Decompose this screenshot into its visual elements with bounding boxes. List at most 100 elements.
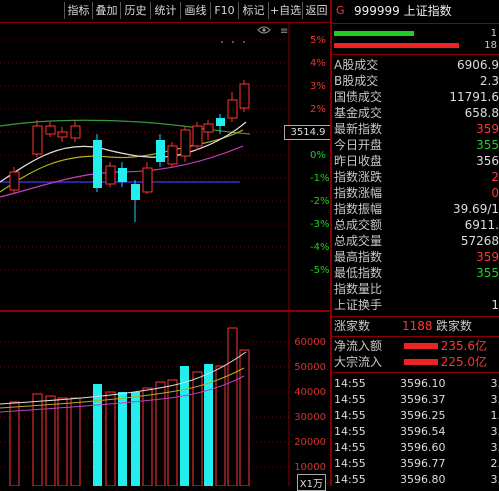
volume-chart[interactable] bbox=[0, 312, 290, 486]
stat-label: 总成交量 bbox=[334, 234, 382, 249]
pct-label: 5% bbox=[310, 35, 326, 46]
panel-divider bbox=[332, 372, 499, 373]
pct-label: 4% bbox=[310, 58, 326, 69]
stat-value: 57268 bbox=[461, 234, 499, 249]
volume-axis-label: 50000 bbox=[294, 362, 326, 373]
stat-label: 最低指数 bbox=[334, 266, 382, 281]
panel-divider bbox=[332, 316, 499, 317]
volume-bar bbox=[228, 328, 237, 486]
toolbar-add-watchlist-button[interactable]: +自选 bbox=[268, 2, 302, 19]
toolbar-indicator-button[interactable]: 指标 bbox=[64, 2, 92, 19]
stat-row: 最高指数 359 bbox=[334, 250, 499, 265]
pct-label: -3% bbox=[310, 219, 329, 230]
current-price-tag: 3514.9 bbox=[284, 125, 332, 140]
stat-value: 2.3 bbox=[480, 74, 499, 89]
tick-row: 14:553596.803. bbox=[334, 472, 499, 487]
decline-label: 跌家数 bbox=[436, 319, 472, 334]
pct-label: -4% bbox=[310, 242, 329, 253]
tick-price: 3596.25 bbox=[400, 408, 446, 423]
pct-label: -2% bbox=[310, 196, 329, 207]
candle bbox=[216, 118, 225, 126]
tick-volume: 1. bbox=[491, 408, 499, 423]
stat-value: 359 bbox=[476, 250, 499, 265]
bar-value-bottom: 18 bbox=[484, 40, 497, 51]
bar-value-top: 1 bbox=[491, 28, 497, 39]
volume-axis-label: 20000 bbox=[294, 437, 326, 448]
tick-price: 3596.80 bbox=[400, 472, 446, 487]
net-inflow-row: 净流入额 235.6亿 bbox=[334, 339, 499, 354]
eye-icon[interactable] bbox=[258, 27, 270, 33]
candle bbox=[204, 124, 213, 132]
tick-volume: 3. bbox=[491, 424, 499, 439]
candle bbox=[33, 126, 42, 154]
volume-bar bbox=[10, 402, 19, 486]
tick-volume: 3. bbox=[491, 440, 499, 455]
net-inflow-label: 净流入额 bbox=[334, 339, 382, 354]
tick-price: 3596.37 bbox=[400, 392, 446, 407]
panel-divider bbox=[332, 336, 499, 337]
down-ratio-bar bbox=[334, 31, 414, 36]
stat-row: 基金成交658.8 bbox=[334, 106, 499, 121]
stat-row: 最新指数359 bbox=[334, 122, 499, 137]
volume-bar bbox=[240, 350, 249, 486]
tick-row: 14:553596.543. bbox=[334, 424, 499, 439]
menu-icon[interactable]: ≡ bbox=[280, 26, 288, 37]
tick-row: 14:55 3596.37 3. bbox=[334, 392, 499, 407]
tick-time: 14:55 bbox=[334, 408, 366, 423]
stat-label: 指数量比 bbox=[334, 282, 382, 297]
candle bbox=[106, 166, 115, 184]
candle bbox=[58, 132, 67, 137]
tick-volume: 3. bbox=[491, 392, 499, 407]
net-inflow-bar bbox=[404, 343, 438, 349]
stat-label: 最高指数 bbox=[334, 250, 382, 265]
panel-divider bbox=[332, 23, 499, 24]
volume-unit-label: X1万 bbox=[297, 474, 326, 491]
stat-value: 355 bbox=[476, 266, 499, 281]
tick-price: 3596.77 bbox=[400, 456, 446, 471]
toolbar-draw-button[interactable]: 画线 bbox=[180, 2, 210, 19]
pct-label: -5% bbox=[310, 265, 329, 276]
toolbar-f10-button[interactable]: F10 bbox=[210, 2, 238, 19]
volume-axis-label: 60000 bbox=[294, 337, 326, 348]
toolbar-mark-button[interactable]: 标记 bbox=[238, 2, 268, 19]
volume-bar bbox=[156, 382, 165, 486]
volume-axis-label: 10000 bbox=[294, 462, 326, 473]
toolbar-stats-button[interactable]: 统计 bbox=[150, 2, 180, 19]
stat-label: 今日开盘 bbox=[334, 138, 382, 153]
toolbar-back-button[interactable]: 返回 bbox=[302, 2, 330, 19]
tick-time: 14:55 bbox=[334, 392, 366, 407]
stat-label: 最新指数 bbox=[334, 122, 382, 137]
volume-bar bbox=[131, 392, 140, 486]
panel-header: G 999999 上证指数 bbox=[332, 0, 499, 22]
stat-value: 355 bbox=[476, 138, 499, 153]
stat-label: 上证换手 bbox=[334, 298, 382, 313]
candles bbox=[10, 80, 249, 222]
stat-label: 国债成交 bbox=[334, 90, 382, 105]
candle bbox=[240, 84, 249, 108]
candle bbox=[181, 130, 190, 156]
candle bbox=[46, 126, 55, 134]
toolbar-history-button[interactable]: 历史 bbox=[120, 2, 150, 19]
candle bbox=[93, 140, 102, 188]
stat-row: 总成交量 57268 bbox=[334, 234, 499, 249]
volume-bar bbox=[118, 392, 127, 486]
pct-label: 0% bbox=[310, 150, 326, 161]
stat-row: B股成交2.3 bbox=[334, 74, 499, 89]
block-inflow-bar bbox=[404, 359, 438, 365]
tick-row: 14:553596.103. bbox=[334, 376, 499, 391]
volume-bar bbox=[58, 398, 67, 486]
pct-label: -1% bbox=[310, 173, 329, 184]
stat-row: 今日开盘 355 bbox=[334, 138, 499, 153]
stat-row: 指数振幅39.69/1 bbox=[334, 202, 499, 217]
toolbar-overlay-button[interactable]: 叠加 bbox=[92, 2, 120, 19]
volume-bar bbox=[180, 366, 189, 486]
tick-row: 14:553596.603. bbox=[334, 440, 499, 455]
stat-value: 11791.6 bbox=[449, 90, 499, 105]
pct-label: 2% bbox=[310, 104, 326, 115]
volume-bar bbox=[106, 392, 115, 486]
volume-bar bbox=[216, 366, 225, 486]
kline-chart[interactable]: ≡ bbox=[0, 22, 290, 310]
tick-price: 3596.54 bbox=[400, 424, 446, 439]
stat-value: 6911. bbox=[465, 218, 499, 233]
up-ratio-bar bbox=[334, 43, 459, 48]
